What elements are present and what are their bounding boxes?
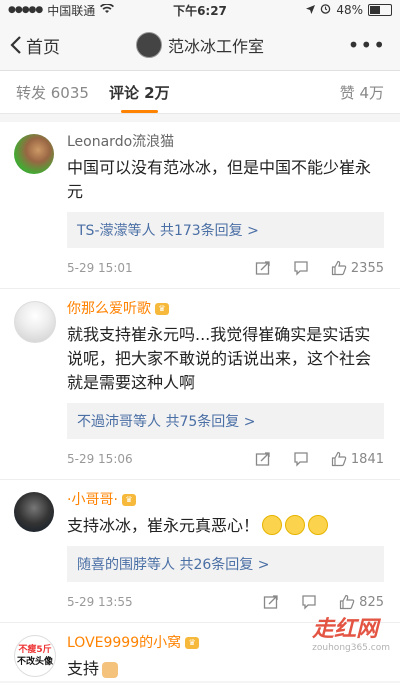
smile-emoji-icon <box>262 514 283 535</box>
repost-icon <box>255 452 270 466</box>
reply-users: 不過沛哥等人 <box>77 414 161 430</box>
author-name: LOVE9999的小窝 <box>67 635 182 651</box>
author-name: 你那么爱听歌 <box>67 301 151 317</box>
like-button[interactable]: 1841 <box>331 451 384 467</box>
comment-author[interactable]: 你那么爱听歌 ♛ <box>67 299 384 319</box>
thumbs-up-icon <box>331 260 347 276</box>
avatar[interactable]: 不瘦5斤 不改头像 <box>14 635 56 677</box>
like-count: 2355 <box>350 260 384 276</box>
comment-text: 支持冰冰，崔永元真恶心！ <box>67 514 384 538</box>
reply-count: 共173条回复 > <box>159 223 259 239</box>
repost-button[interactable] <box>263 594 279 610</box>
replies-box[interactable]: 不過沛哥等人 共75条回复 > <box>67 403 384 439</box>
avatar[interactable] <box>14 134 54 174</box>
like-button[interactable]: 2355 <box>331 260 384 276</box>
comment-date: 5-29 15:01 <box>67 261 133 275</box>
studio-avatar <box>135 32 162 58</box>
replies-box[interactable]: 随喜的围脖等人 共26条回复 > <box>67 546 384 582</box>
status-bar: ●●●●● 中国联通 下午6:27 48% <box>0 0 400 20</box>
reply-button[interactable] <box>293 451 309 467</box>
status-time: 下午6:27 <box>173 3 227 18</box>
thumbs-up-emoji-icon <box>102 661 119 678</box>
author-name: ·小哥哥· <box>67 492 118 508</box>
reply-button[interactable] <box>293 260 309 276</box>
tab-comments[interactable]: 评论 2万 <box>109 71 170 113</box>
nav-title-group: 范冰冰工作室 <box>0 20 400 70</box>
comment-meta: 5-29 15:01 2355 <box>67 248 384 288</box>
vip-crown-icon: ♛ <box>121 494 136 506</box>
avatar[interactable] <box>14 301 56 343</box>
watermark-sub: zouhong365.com <box>312 643 390 653</box>
tab-bar: 转发 6035 评论 2万 赞 4万 <box>0 71 400 114</box>
comment-icon <box>302 595 316 610</box>
like-button[interactable]: 825 <box>339 594 384 610</box>
comment-date: 5-29 13:55 <box>67 595 133 609</box>
comment-date: 5-29 15:06 <box>67 452 133 466</box>
comment-icon <box>294 452 308 467</box>
reply-count: 共75条回复 > <box>165 414 256 430</box>
comment-item: ·小哥哥· ♛ 支持冰冰，崔永元真恶心！ 随喜的围脖等人 共26条回复 > 5-… <box>0 480 400 623</box>
watermark-main: 走红网 <box>312 617 379 642</box>
back-label: 首页 <box>26 37 60 58</box>
comment-text: 支持 <box>67 657 384 681</box>
author-name: Leonardo流浪猫 <box>67 134 175 150</box>
like-count: 1841 <box>350 451 384 467</box>
reply-button[interactable] <box>301 594 317 610</box>
watermark: 走红网 zouhong365.com <box>312 611 390 653</box>
page-title: 范冰冰工作室 <box>167 37 264 56</box>
battery-icon <box>368 4 392 16</box>
thumbs-up-icon <box>331 451 347 467</box>
more-button[interactable]: ••• <box>348 33 400 57</box>
vip-crown-icon: ♛ <box>185 637 200 649</box>
comment-text: 就我支持崔永元吗...我觉得崔确实是实话实说呢，把大家不敢说的话说出来，这个社会… <box>67 325 372 392</box>
smile-emoji-icon <box>285 514 306 535</box>
avatar[interactable] <box>14 492 54 532</box>
reply-users: 随喜的围脖等人 <box>77 557 175 573</box>
like-count: 825 <box>359 594 384 610</box>
repost-button[interactable] <box>255 451 271 467</box>
comment-meta: 5-29 15:06 1841 <box>67 439 384 479</box>
reply-count: 共26条回复 > <box>179 557 270 573</box>
avatar-text-1: 不瘦5斤 <box>18 645 52 655</box>
comment-text-body: 支持冰冰，崔永元真恶心！ <box>67 516 260 535</box>
comment-author[interactable]: Leonardo流浪猫 <box>67 132 384 152</box>
smile-emoji-icon <box>308 514 329 535</box>
vip-crown-icon: ♛ <box>155 303 169 315</box>
comment-actions: 825 <box>263 594 384 610</box>
reply-users: TS-濛濛等人 <box>77 223 156 239</box>
comment-actions: 1841 <box>255 451 384 467</box>
chevron-left-icon <box>10 36 21 54</box>
avatar-text-2: 不改头像 <box>16 657 53 667</box>
comment-actions: 2355 <box>255 260 384 276</box>
tab-likes[interactable]: 赞 4万 <box>340 71 384 113</box>
comment-author[interactable]: ·小哥哥· ♛ <box>67 490 384 510</box>
comment-list: Leonardo流浪猫 中国可以没有范冰冰，但是中国不能少崔永元 TS-濛濛等人… <box>0 122 400 681</box>
comment-text-body: 支持 <box>67 659 100 678</box>
replies-box[interactable]: TS-濛濛等人 共173条回复 > <box>67 212 384 248</box>
nav-bar: 首页 范冰冰工作室 ••• <box>0 20 400 71</box>
comment-item: 你那么爱听歌 ♛ 就我支持崔永元吗...我觉得崔确实是实话实说呢，把大家不敢说的… <box>0 289 400 480</box>
comment-item: Leonardo流浪猫 中国可以没有范冰冰，但是中国不能少崔永元 TS-濛濛等人… <box>0 122 400 289</box>
tab-reposts[interactable]: 转发 6035 <box>16 71 89 113</box>
repost-icon <box>255 261 270 275</box>
thumbs-up-icon <box>340 594 355 610</box>
repost-icon <box>264 595 278 609</box>
back-button[interactable]: 首页 <box>0 33 60 58</box>
comment-icon <box>294 261 308 276</box>
repost-button[interactable] <box>255 260 271 276</box>
comment-text: 中国可以没有范冰冰，但是中国不能少崔永元 <box>67 158 372 201</box>
